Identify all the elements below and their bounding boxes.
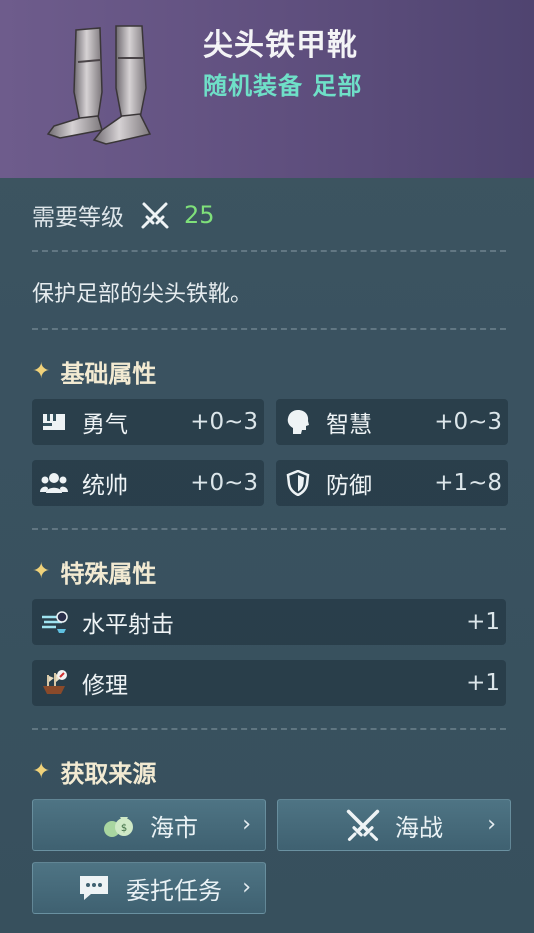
item-name: 尖头铁甲靴 <box>203 28 358 63</box>
stat-name: 统帅 <box>82 473 128 499</box>
stat-name: 修理 <box>82 673 128 699</box>
crossed-swords-icon <box>141 202 169 229</box>
defense-icon <box>284 469 312 497</box>
command-icon <box>40 469 68 497</box>
stat-name: 防御 <box>326 473 372 499</box>
stat-courage: 勇气 +0~3 <box>32 399 264 445</box>
divider <box>32 528 506 530</box>
divider <box>32 250 506 252</box>
chat-icon <box>76 872 112 904</box>
source-button-sea-battle[interactable]: 海战 › <box>277 799 511 851</box>
item-header: 尖头铁甲靴 随机装备 足部 <box>0 0 534 178</box>
sparkle-icon: ✦ <box>32 359 51 384</box>
stat-wisdom: 智慧 +0~3 <box>276 399 508 445</box>
stat-name: 勇气 <box>82 412 128 438</box>
stat-value: +0~3 <box>190 470 258 496</box>
repair-icon <box>40 669 68 697</box>
divider <box>32 328 506 330</box>
special-attributes-label: 特殊属性 <box>60 560 157 588</box>
sparkle-icon: ✦ <box>32 759 51 784</box>
source-button-commission[interactable]: 委托任务 › <box>32 862 266 914</box>
stat-command: 统帅 +0~3 <box>32 460 264 506</box>
basic-attributes-title: ✦ 基础属性 <box>32 354 156 389</box>
stat-defense: 防御 +1~8 <box>276 460 508 506</box>
crossed-swords-icon <box>345 809 381 841</box>
svg-text:$: $ <box>121 823 127 834</box>
source-button-label: 委托任务 <box>126 876 222 905</box>
required-level-row: 需要等级 25 <box>32 198 215 232</box>
chevron-right-icon: › <box>242 875 251 900</box>
source-button-sea-market[interactable]: $ 海市 › <box>32 799 266 851</box>
chevron-right-icon: › <box>487 812 496 837</box>
stat-value: +1 <box>466 609 500 635</box>
stat-value: +0~3 <box>434 409 502 435</box>
wisdom-icon <box>284 408 312 436</box>
item-tooltip-panel: 尖头铁甲靴 随机装备 足部 需要等级 25 保护足部的尖头铁靴。 ✦ 基础属性 … <box>0 0 534 933</box>
iron-boots-icon <box>46 25 152 145</box>
required-level-value: 25 <box>184 201 215 229</box>
source-button-label: 海市 <box>150 813 198 842</box>
sparkle-icon: ✦ <box>32 559 51 584</box>
stat-name: 水平射击 <box>82 612 174 638</box>
sources-title: ✦ 获取来源 <box>32 754 156 789</box>
special-attributes-title: ✦ 特殊属性 <box>32 554 156 589</box>
sources-label: 获取来源 <box>60 760 157 788</box>
stat-repair: 修理 +1 <box>32 660 506 706</box>
source-button-label: 海战 <box>395 813 443 842</box>
money-bag-icon: $ <box>100 809 136 841</box>
divider <box>32 728 506 730</box>
chevron-right-icon: › <box>242 812 251 837</box>
courage-icon <box>40 408 68 436</box>
item-description: 保护足部的尖头铁靴。 <box>32 282 253 307</box>
stat-value: +1 <box>466 670 500 696</box>
item-subtitle: 随机装备 足部 <box>203 72 363 100</box>
basic-attributes-label: 基础属性 <box>60 360 157 388</box>
horizontal-shot-icon <box>40 608 68 636</box>
stat-horizontal-shot: 水平射击 +1 <box>32 599 506 645</box>
stat-value: +0~3 <box>190 409 258 435</box>
required-level-label: 需要等级 <box>32 205 124 231</box>
stat-value: +1~8 <box>434 470 502 496</box>
stat-name: 智慧 <box>326 412 372 438</box>
